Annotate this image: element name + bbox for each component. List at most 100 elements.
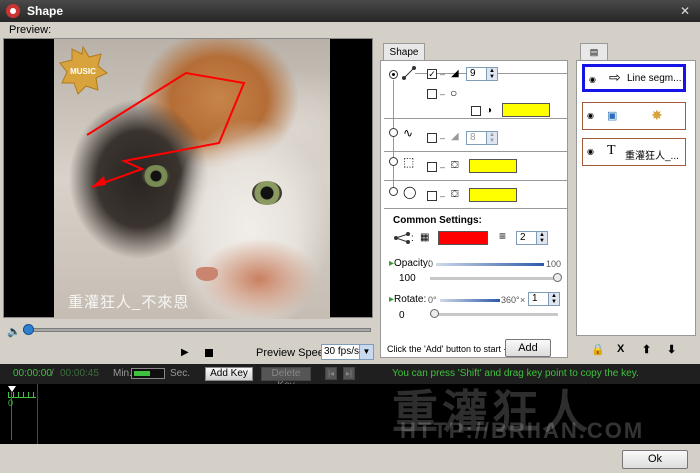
prev-key-icon[interactable]: |◂ bbox=[325, 367, 337, 380]
opacity-slider[interactable] bbox=[430, 277, 558, 280]
curve-tool-icon: ∿ bbox=[403, 126, 414, 140]
stop-button[interactable] bbox=[205, 349, 213, 357]
seek-bar[interactable] bbox=[23, 328, 371, 332]
line-color-tool-icon bbox=[394, 232, 410, 244]
rotate-multiplier-spinner[interactable]: 1 ▲ ▼ bbox=[528, 292, 560, 306]
endpoint-checkbox[interactable] bbox=[427, 89, 437, 99]
line-tool-icon bbox=[402, 66, 416, 80]
circle-end-icon: ○ bbox=[450, 86, 458, 100]
color-wheel-icon: ◑ bbox=[486, 105, 493, 116]
preview-canvas[interactable]: MUSIC 重灌狂人_不來恩 bbox=[3, 38, 373, 319]
shape-radio-rectangle[interactable] bbox=[389, 157, 398, 166]
shape-radio-curve[interactable] bbox=[389, 128, 398, 137]
timeline-zero: 0 bbox=[8, 398, 14, 408]
fill-checkbox[interactable] bbox=[471, 106, 481, 116]
seek-thumb[interactable] bbox=[23, 324, 34, 335]
paint-bucket-icon: ⛋ bbox=[451, 160, 459, 171]
eye-icon[interactable]: ◉ bbox=[587, 111, 597, 120]
delete-key-button[interactable]: Delete Key bbox=[261, 367, 311, 391]
shape-radio-line[interactable] bbox=[389, 70, 398, 79]
background-url-watermark: HTTP://BRIIAN.COM bbox=[400, 418, 645, 443]
rect-fill-checkbox[interactable] bbox=[427, 162, 437, 172]
tab-shape[interactable]: Shape bbox=[383, 43, 425, 61]
cat-photo: MUSIC 重灌狂人_不來恩 bbox=[54, 39, 330, 319]
add-key-button[interactable]: Add Key bbox=[205, 367, 253, 381]
common-settings-title: Common Settings: bbox=[393, 215, 482, 226]
rotate-slider[interactable] bbox=[430, 313, 558, 316]
preview-label: Preview: bbox=[9, 24, 52, 36]
text-icon: T bbox=[607, 143, 616, 158]
layer-item-text[interactable]: ◉ T 重灌狂人_... bbox=[582, 138, 686, 166]
image-icon: ▣ bbox=[607, 110, 618, 122]
line-weight-spinner[interactable]: 2 ▲ ▼ bbox=[516, 231, 548, 245]
opacity-max: 100 bbox=[546, 259, 562, 269]
curve-arrow-checkbox[interactable] bbox=[427, 133, 437, 143]
layers-icon: ▤ bbox=[589, 47, 599, 57]
playhead-marker-icon[interactable] bbox=[8, 386, 16, 392]
close-icon[interactable]: ✕ bbox=[676, 3, 694, 19]
move-up-icon[interactable]: ⬆ bbox=[642, 343, 651, 356]
rotate-multiplier-sign: × bbox=[520, 295, 526, 305]
layer-item-line[interactable]: ◉ ⇨ Line segm... bbox=[582, 64, 686, 92]
shape-radio-ellipse[interactable] bbox=[389, 187, 398, 196]
ellipse-tool-icon: ◯ bbox=[403, 185, 417, 199]
chevron-down-icon[interactable]: ▼ bbox=[359, 345, 373, 359]
rect-fill-color-swatch[interactable] bbox=[469, 159, 517, 173]
opacity-slider-thumb[interactable] bbox=[553, 273, 562, 282]
eye-icon[interactable]: ◉ bbox=[587, 147, 597, 156]
layer-item-image[interactable]: ◉ ▣ ✸ bbox=[582, 102, 686, 130]
row-divider bbox=[384, 180, 567, 181]
dash: – bbox=[440, 162, 446, 172]
opacity-value: 100 bbox=[399, 273, 416, 284]
spin-arrows-icon[interactable]: ▲ ▼ bbox=[536, 232, 547, 244]
play-button[interactable]: ▶ bbox=[181, 347, 189, 358]
line-color-swatch[interactable] bbox=[438, 231, 488, 245]
add-button[interactable]: Add bbox=[505, 339, 551, 357]
lock-icon[interactable]: 🔒 bbox=[591, 343, 605, 356]
preview-speed-select[interactable]: 30 fps/s ▼ bbox=[321, 344, 374, 360]
tab-layers[interactable]: ▤ bbox=[580, 43, 608, 61]
line-segment-shape[interactable] bbox=[54, 39, 330, 319]
dash: – bbox=[440, 89, 446, 99]
line-width-value: 9 bbox=[470, 68, 476, 79]
common-settings-box bbox=[384, 212, 564, 326]
layer-label: 重灌狂人_... bbox=[625, 151, 679, 162]
spin-arrows-icon[interactable]: ▲ ▼ bbox=[486, 68, 497, 80]
rotate-value: 0 bbox=[399, 310, 405, 321]
total-time: 00:00:45 bbox=[60, 368, 99, 379]
eye-icon[interactable]: ◉ bbox=[589, 75, 599, 84]
rectangle-tool-icon: ⬚ bbox=[403, 155, 415, 169]
rotate-label-text: Rotate bbox=[394, 294, 424, 305]
move-down-icon[interactable]: ⬇ bbox=[667, 343, 676, 356]
add-hint-text: Click the 'Add' button to start -> bbox=[387, 344, 512, 354]
dash: – bbox=[440, 69, 446, 79]
timeline-zoom-level bbox=[134, 371, 150, 376]
row-divider bbox=[384, 208, 567, 209]
spin-arrows-icon[interactable]: ▲ ▼ bbox=[548, 293, 559, 305]
spin-arrows-icon[interactable]: ▲ ▼ bbox=[486, 132, 497, 144]
zoom-sec-label: Sec. bbox=[170, 368, 191, 379]
opacity-label: ▸Opacity: bbox=[389, 258, 431, 269]
curve-width-value: 8 bbox=[470, 132, 476, 143]
rotate-gradient bbox=[440, 299, 500, 302]
line-weight-value: 2 bbox=[520, 232, 526, 243]
volume-icon[interactable]: 🔈 bbox=[7, 325, 21, 338]
delete-layer-button[interactable]: X bbox=[617, 343, 624, 355]
rotate-slider-thumb[interactable] bbox=[430, 309, 439, 318]
next-key-icon[interactable]: ▸| bbox=[343, 367, 355, 380]
rotate-label: ▸Rotate: bbox=[389, 294, 427, 305]
layer-label: Line segm... bbox=[627, 73, 682, 84]
arrow-checkbox[interactable]: ✓ bbox=[427, 69, 437, 79]
line-width-spinner[interactable]: 9 ▲ ▼ bbox=[466, 67, 498, 81]
line-fill-color-swatch[interactable] bbox=[502, 103, 550, 117]
row-divider bbox=[384, 118, 567, 119]
ellipse-fill-checkbox[interactable] bbox=[427, 191, 437, 201]
ellipse-fill-color-swatch[interactable] bbox=[469, 188, 517, 202]
ok-button[interactable]: Ok bbox=[622, 450, 688, 469]
curve-width-spinner[interactable]: 8 ▲ ▼ bbox=[466, 131, 498, 145]
paint-bucket-icon: ⛋ bbox=[451, 189, 459, 200]
window-title: Shape bbox=[27, 4, 64, 18]
opacity-min: 0 bbox=[428, 259, 434, 269]
dash: – bbox=[440, 191, 446, 201]
row-divider bbox=[384, 151, 567, 152]
